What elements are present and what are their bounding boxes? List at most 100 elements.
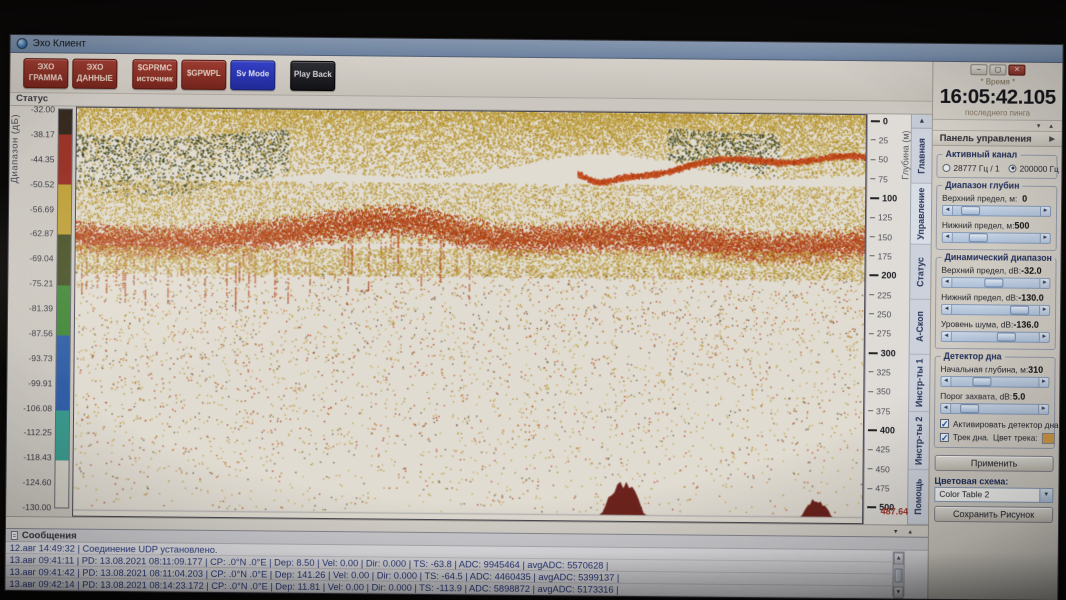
tab-scroll-up-icon[interactable]: ▲ bbox=[912, 115, 932, 129]
slider-left-icon[interactable]: ◄ bbox=[943, 205, 953, 214]
minimize-button[interactable]: – bbox=[970, 64, 987, 75]
maximize-button[interactable]: ▢ bbox=[989, 64, 1006, 75]
db-scale-label: -69.04 bbox=[29, 253, 53, 263]
tab-main[interactable]: Главная bbox=[911, 129, 932, 184]
apply-button[interactable]: Применить bbox=[935, 454, 1054, 471]
messages-scrollbar[interactable]: ▲ ▼ bbox=[892, 551, 904, 596]
toolbar-button-gprmc-source[interactable]: $GPRMCисточник bbox=[132, 59, 177, 89]
db-scale-label: -99.91 bbox=[28, 378, 52, 388]
dropdown-arrow-icon[interactable]: ▼ bbox=[1039, 488, 1052, 501]
radio-selected-icon[interactable] bbox=[1009, 164, 1017, 172]
activate-detector-checkbox[interactable]: ✓ bbox=[940, 419, 949, 428]
toolbar-button-gpwpl[interactable]: $GPWPL bbox=[181, 59, 226, 89]
collapse-down-icon[interactable]: ▾ bbox=[1037, 121, 1041, 129]
colorbar-segment bbox=[56, 335, 70, 410]
scroll-up-icon[interactable]: ▲ bbox=[894, 552, 904, 564]
slider-label: Нижний предел, dB: bbox=[941, 291, 1018, 302]
group-title: Динамический диапазон bbox=[942, 251, 1055, 262]
radio-icon[interactable] bbox=[942, 163, 950, 171]
toolbar-button-echogram[interactable]: ЭХОГРАММА bbox=[23, 58, 68, 88]
db-labels: -32.00-38.17-44.35-50.52-56.69-62.87-69.… bbox=[22, 104, 55, 512]
slider-right-icon[interactable]: ► bbox=[1040, 206, 1050, 215]
collapse-up-icon[interactable]: ▴ bbox=[1049, 121, 1053, 129]
right-panel-column: – ▢ ✕ * Время * 16:05:42.105 последнего … bbox=[927, 62, 1062, 600]
slider-right-icon[interactable]: ► bbox=[1038, 404, 1048, 413]
track-color-swatch[interactable] bbox=[1042, 432, 1055, 443]
tab-a-scope[interactable]: А-Скоп bbox=[910, 300, 931, 355]
colorbar-segment bbox=[57, 285, 70, 335]
ruler-scroll-down-icon[interactable]: ▾ bbox=[894, 527, 898, 535]
tab-instr-2[interactable]: Инстр-ты 2 bbox=[909, 412, 930, 470]
slider-thumb[interactable] bbox=[968, 233, 987, 242]
dynamic-range-group: Динамический диапазон Верхний предел, dB… bbox=[935, 256, 1057, 349]
depth-tick: 275 bbox=[869, 329, 907, 338]
depth-tick: 0 bbox=[871, 116, 909, 125]
ping-time: 16:05:42.105 bbox=[933, 86, 1062, 109]
slider-thumb[interactable] bbox=[972, 377, 991, 386]
db-scale-label: -56.69 bbox=[30, 204, 54, 214]
slider-left-icon[interactable]: ◄ bbox=[942, 331, 952, 340]
color-scheme-select[interactable]: Color Table 2 ▼ bbox=[934, 486, 1053, 502]
channel-radio-option[interactable]: 28777 Гц / 1 bbox=[942, 162, 999, 173]
toolbar-button-sv-mode[interactable]: Sv Mode bbox=[230, 60, 275, 90]
slider-left-icon[interactable]: ◄ bbox=[942, 304, 952, 313]
slider-left-icon[interactable]: ◄ bbox=[941, 376, 951, 385]
tab-help[interactable]: Помощь bbox=[908, 470, 929, 525]
lower-db-slider[interactable]: ◄ ► bbox=[941, 303, 1050, 315]
colorbar-segment bbox=[56, 410, 69, 460]
lower-depth-slider[interactable]: ◄ ► bbox=[942, 231, 1051, 243]
capture-threshold-slider[interactable]: ◄ ► bbox=[940, 402, 1049, 414]
group-title: Диапазон глубин bbox=[942, 179, 1022, 190]
upper-depth-slider[interactable]: ◄ ► bbox=[942, 204, 1051, 216]
slider-label: Уровень шума, dB: bbox=[941, 318, 1013, 329]
slider-thumb[interactable] bbox=[996, 332, 1015, 341]
depth-tick: 175 bbox=[870, 252, 908, 261]
toolbar-button-echodata[interactable]: ЭХОДАННЫЕ bbox=[72, 58, 117, 88]
depth-tick: 475 bbox=[867, 484, 905, 493]
tab-status[interactable]: Статус bbox=[910, 245, 931, 300]
group-title: Активный канал bbox=[943, 148, 1021, 159]
control-panel-header[interactable]: Панель управления ▶ bbox=[933, 130, 1062, 146]
db-scale-label: -62.87 bbox=[30, 229, 54, 239]
toolbar-button-play-back[interactable]: Play Back bbox=[290, 60, 335, 90]
slider-value: -136.0 bbox=[1013, 319, 1039, 329]
slider-value: 5.0 bbox=[1013, 391, 1026, 401]
colorbar-segment bbox=[59, 109, 72, 134]
slider-left-icon[interactable]: ◄ bbox=[942, 277, 952, 286]
tab-instr-1[interactable]: Инстр-ты 1 bbox=[909, 355, 930, 413]
slider-value: -130.0 bbox=[1018, 292, 1044, 302]
channel-radio-option[interactable]: 200000 Гц / 2 bbox=[1009, 163, 1062, 174]
slider-right-icon[interactable]: ► bbox=[1039, 305, 1049, 314]
depth-tick: 200 bbox=[869, 271, 907, 280]
tab-control[interactable]: Управление bbox=[911, 184, 932, 245]
depth-tick: 425 bbox=[868, 445, 906, 454]
upper-db-slider[interactable]: ◄ ► bbox=[941, 276, 1050, 288]
slider-left-icon[interactable]: ◄ bbox=[943, 232, 953, 241]
scrollbar-thumb[interactable] bbox=[894, 568, 902, 582]
db-scale-label: -81.39 bbox=[29, 303, 53, 313]
echogram-canvas bbox=[73, 108, 866, 524]
slider-thumb[interactable] bbox=[984, 278, 1003, 287]
save-picture-button[interactable]: Сохранить Рисунок bbox=[934, 505, 1053, 522]
ruler-scroll-up-icon[interactable]: ▴ bbox=[908, 527, 912, 535]
db-scale-label: -38.17 bbox=[31, 129, 55, 139]
slider-left-icon[interactable]: ◄ bbox=[941, 403, 951, 412]
monitor-photo: Эхо Клиент ЭХОГРАММАЭХОДАННЫЕ$GPRMCисточ… bbox=[0, 0, 1066, 600]
slider-thumb[interactable] bbox=[960, 404, 979, 413]
depth-tick: 400 bbox=[868, 426, 906, 435]
bottom-track-checkbox[interactable]: ✓ bbox=[940, 432, 949, 441]
depth-tick: 125 bbox=[870, 213, 908, 222]
slider-value: 0 bbox=[1022, 193, 1027, 203]
start-depth-slider[interactable]: ◄ ► bbox=[940, 375, 1049, 387]
slider-right-icon[interactable]: ► bbox=[1039, 332, 1049, 341]
slider-right-icon[interactable]: ► bbox=[1038, 377, 1048, 386]
noise-level-slider[interactable]: ◄ ► bbox=[941, 330, 1050, 342]
slider-right-icon[interactable]: ► bbox=[1039, 278, 1049, 287]
slider-thumb[interactable] bbox=[961, 206, 980, 215]
app-window: Эхо Клиент ЭХОГРАММАЭХОДАННЫЕ$GPRMCисточ… bbox=[4, 34, 1063, 600]
slider-right-icon[interactable]: ► bbox=[1040, 233, 1050, 242]
slider-thumb[interactable] bbox=[1010, 305, 1029, 314]
scroll-down-icon[interactable]: ▼ bbox=[893, 586, 903, 598]
depth-ruler: 0255075100125150175200225250275300325350… bbox=[863, 114, 911, 524]
close-button[interactable]: ✕ bbox=[1008, 65, 1025, 76]
